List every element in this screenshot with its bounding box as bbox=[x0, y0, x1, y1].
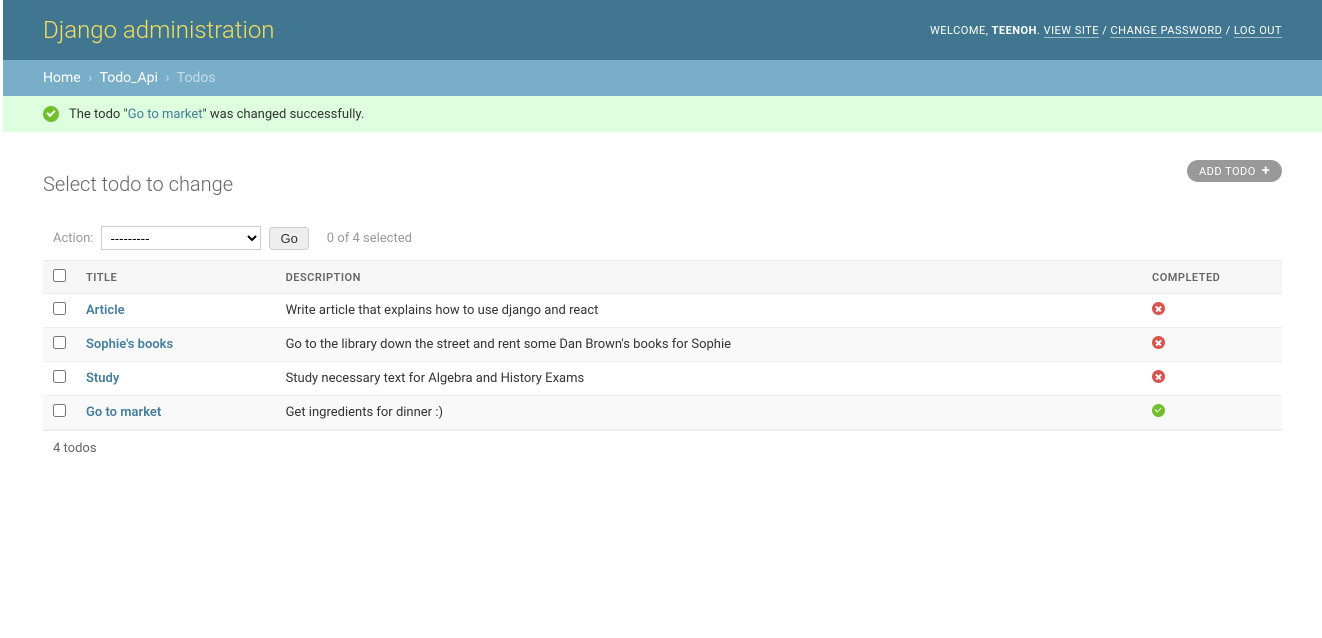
no-icon bbox=[1152, 336, 1165, 349]
results-table: Title Description Completed Article Write… bbox=[43, 260, 1282, 431]
change-password-link[interactable]: CHANGE PASSWORD bbox=[1110, 24, 1222, 38]
row-description: Go to the library down the street and re… bbox=[276, 328, 1142, 362]
row-title-link[interactable]: Study bbox=[86, 371, 119, 386]
message-prefix: The todo " bbox=[69, 107, 128, 122]
view-site-link[interactable]: VIEW SITE bbox=[1044, 24, 1099, 38]
breadcrumb: Home › Todo_Api › Todos bbox=[3, 60, 1322, 96]
page-title: Select todo to change bbox=[43, 172, 1282, 196]
row-completed bbox=[1142, 294, 1282, 328]
row-checkbox[interactable] bbox=[53, 336, 66, 349]
logout-link[interactable]: LOG OUT bbox=[1234, 24, 1282, 38]
breadcrumb-sep: › bbox=[165, 70, 169, 86]
user-tools: WELCOME, TEENOH. VIEW SITE / CHANGE PASS… bbox=[930, 24, 1282, 37]
row-title-link[interactable]: Go to market bbox=[86, 405, 161, 420]
table-row: Study Study necessary text for Algebra an… bbox=[43, 362, 1282, 396]
col-title[interactable]: Title bbox=[76, 261, 276, 294]
breadcrumb-current: Todos bbox=[177, 70, 216, 86]
username: TEENOH bbox=[992, 24, 1037, 37]
row-description: Study necessary text for Algebra and His… bbox=[276, 362, 1142, 396]
select-all-checkbox[interactable] bbox=[53, 269, 66, 282]
row-description: Get ingredients for dinner :) bbox=[276, 396, 1142, 430]
yes-icon bbox=[1152, 404, 1165, 417]
row-title-link[interactable]: Sophie's books bbox=[86, 337, 173, 352]
add-todo-button[interactable]: ADD TODO + bbox=[1187, 160, 1282, 182]
breadcrumb-home[interactable]: Home bbox=[43, 70, 81, 86]
branding: Django administration bbox=[43, 16, 275, 44]
row-completed bbox=[1142, 396, 1282, 430]
welcome-text: WELCOME, bbox=[930, 24, 988, 37]
row-title-link[interactable]: Article bbox=[86, 303, 125, 318]
success-icon bbox=[43, 106, 59, 122]
go-button[interactable]: Go bbox=[269, 227, 308, 250]
row-checkbox[interactable] bbox=[53, 370, 66, 383]
message-object-link[interactable]: Go to market bbox=[128, 107, 203, 122]
site-title-link[interactable]: Django administration bbox=[43, 16, 275, 44]
table-row: Go to market Get ingredients for dinner :… bbox=[43, 396, 1282, 430]
message-suffix: " was changed successfully. bbox=[202, 107, 364, 122]
actions-bar: Action: --------- Go 0 of 4 selected bbox=[43, 216, 1282, 260]
no-icon bbox=[1152, 302, 1165, 315]
success-message: The todo "Go to market" was changed succ… bbox=[3, 96, 1322, 132]
add-todo-label: ADD TODO bbox=[1199, 165, 1256, 178]
action-select[interactable]: --------- bbox=[101, 226, 261, 250]
row-completed bbox=[1142, 362, 1282, 396]
table-row: Sophie's books Go to the library down the… bbox=[43, 328, 1282, 362]
col-description[interactable]: Description bbox=[276, 261, 1142, 294]
table-row: Article Write article that explains how t… bbox=[43, 294, 1282, 328]
selection-counter: 0 of 4 selected bbox=[327, 231, 412, 246]
col-completed[interactable]: Completed bbox=[1142, 261, 1282, 294]
row-completed bbox=[1142, 328, 1282, 362]
breadcrumb-sep: › bbox=[88, 70, 92, 86]
action-label: Action: bbox=[53, 231, 93, 246]
row-checkbox[interactable] bbox=[53, 302, 66, 315]
breadcrumb-app[interactable]: Todo_Api bbox=[100, 70, 158, 86]
no-icon bbox=[1152, 370, 1165, 383]
row-description: Write article that explains how to use d… bbox=[276, 294, 1142, 328]
row-checkbox[interactable] bbox=[53, 404, 66, 417]
header: Django administration WELCOME, TEENOH. V… bbox=[3, 0, 1322, 60]
plus-icon: + bbox=[1262, 164, 1270, 178]
paginator: 4 todos bbox=[43, 431, 1282, 466]
